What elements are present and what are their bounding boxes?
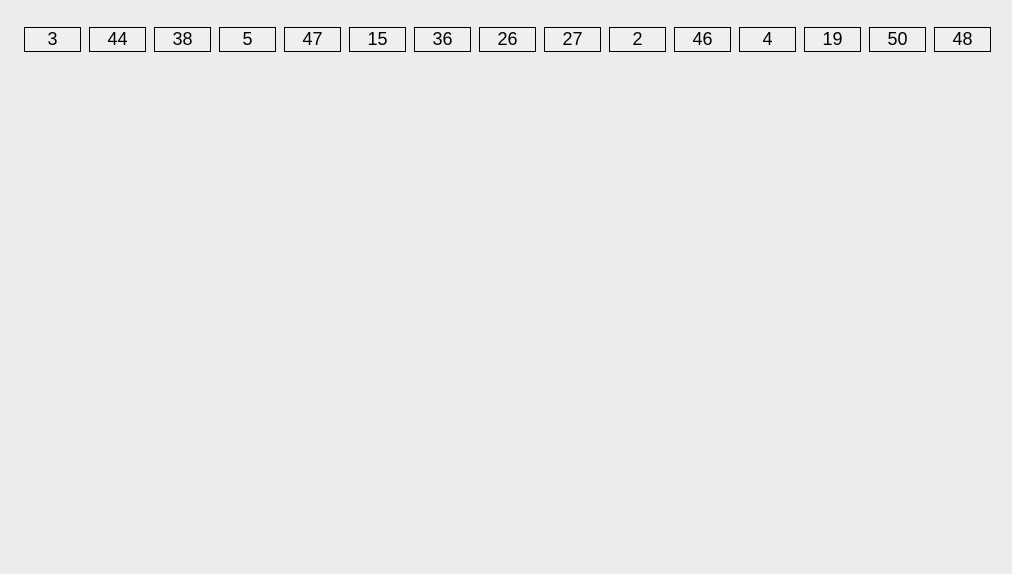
number-button[interactable]: 36 — [414, 27, 471, 52]
number-button[interactable]: 46 — [674, 27, 731, 52]
number-button[interactable]: 5 — [219, 27, 276, 52]
number-button[interactable]: 26 — [479, 27, 536, 52]
number-button[interactable]: 27 — [544, 27, 601, 52]
number-button[interactable]: 4 — [739, 27, 796, 52]
number-button[interactable]: 19 — [804, 27, 861, 52]
number-button[interactable]: 2 — [609, 27, 666, 52]
number-button[interactable]: 50 — [869, 27, 926, 52]
number-button[interactable]: 44 — [89, 27, 146, 52]
number-button[interactable]: 47 — [284, 27, 341, 52]
number-button[interactable]: 38 — [154, 27, 211, 52]
button-row: 3 44 38 5 47 15 36 26 27 2 46 4 19 50 48 — [0, 0, 1012, 52]
number-button[interactable]: 15 — [349, 27, 406, 52]
number-button[interactable]: 3 — [24, 27, 81, 52]
number-button[interactable]: 48 — [934, 27, 991, 52]
